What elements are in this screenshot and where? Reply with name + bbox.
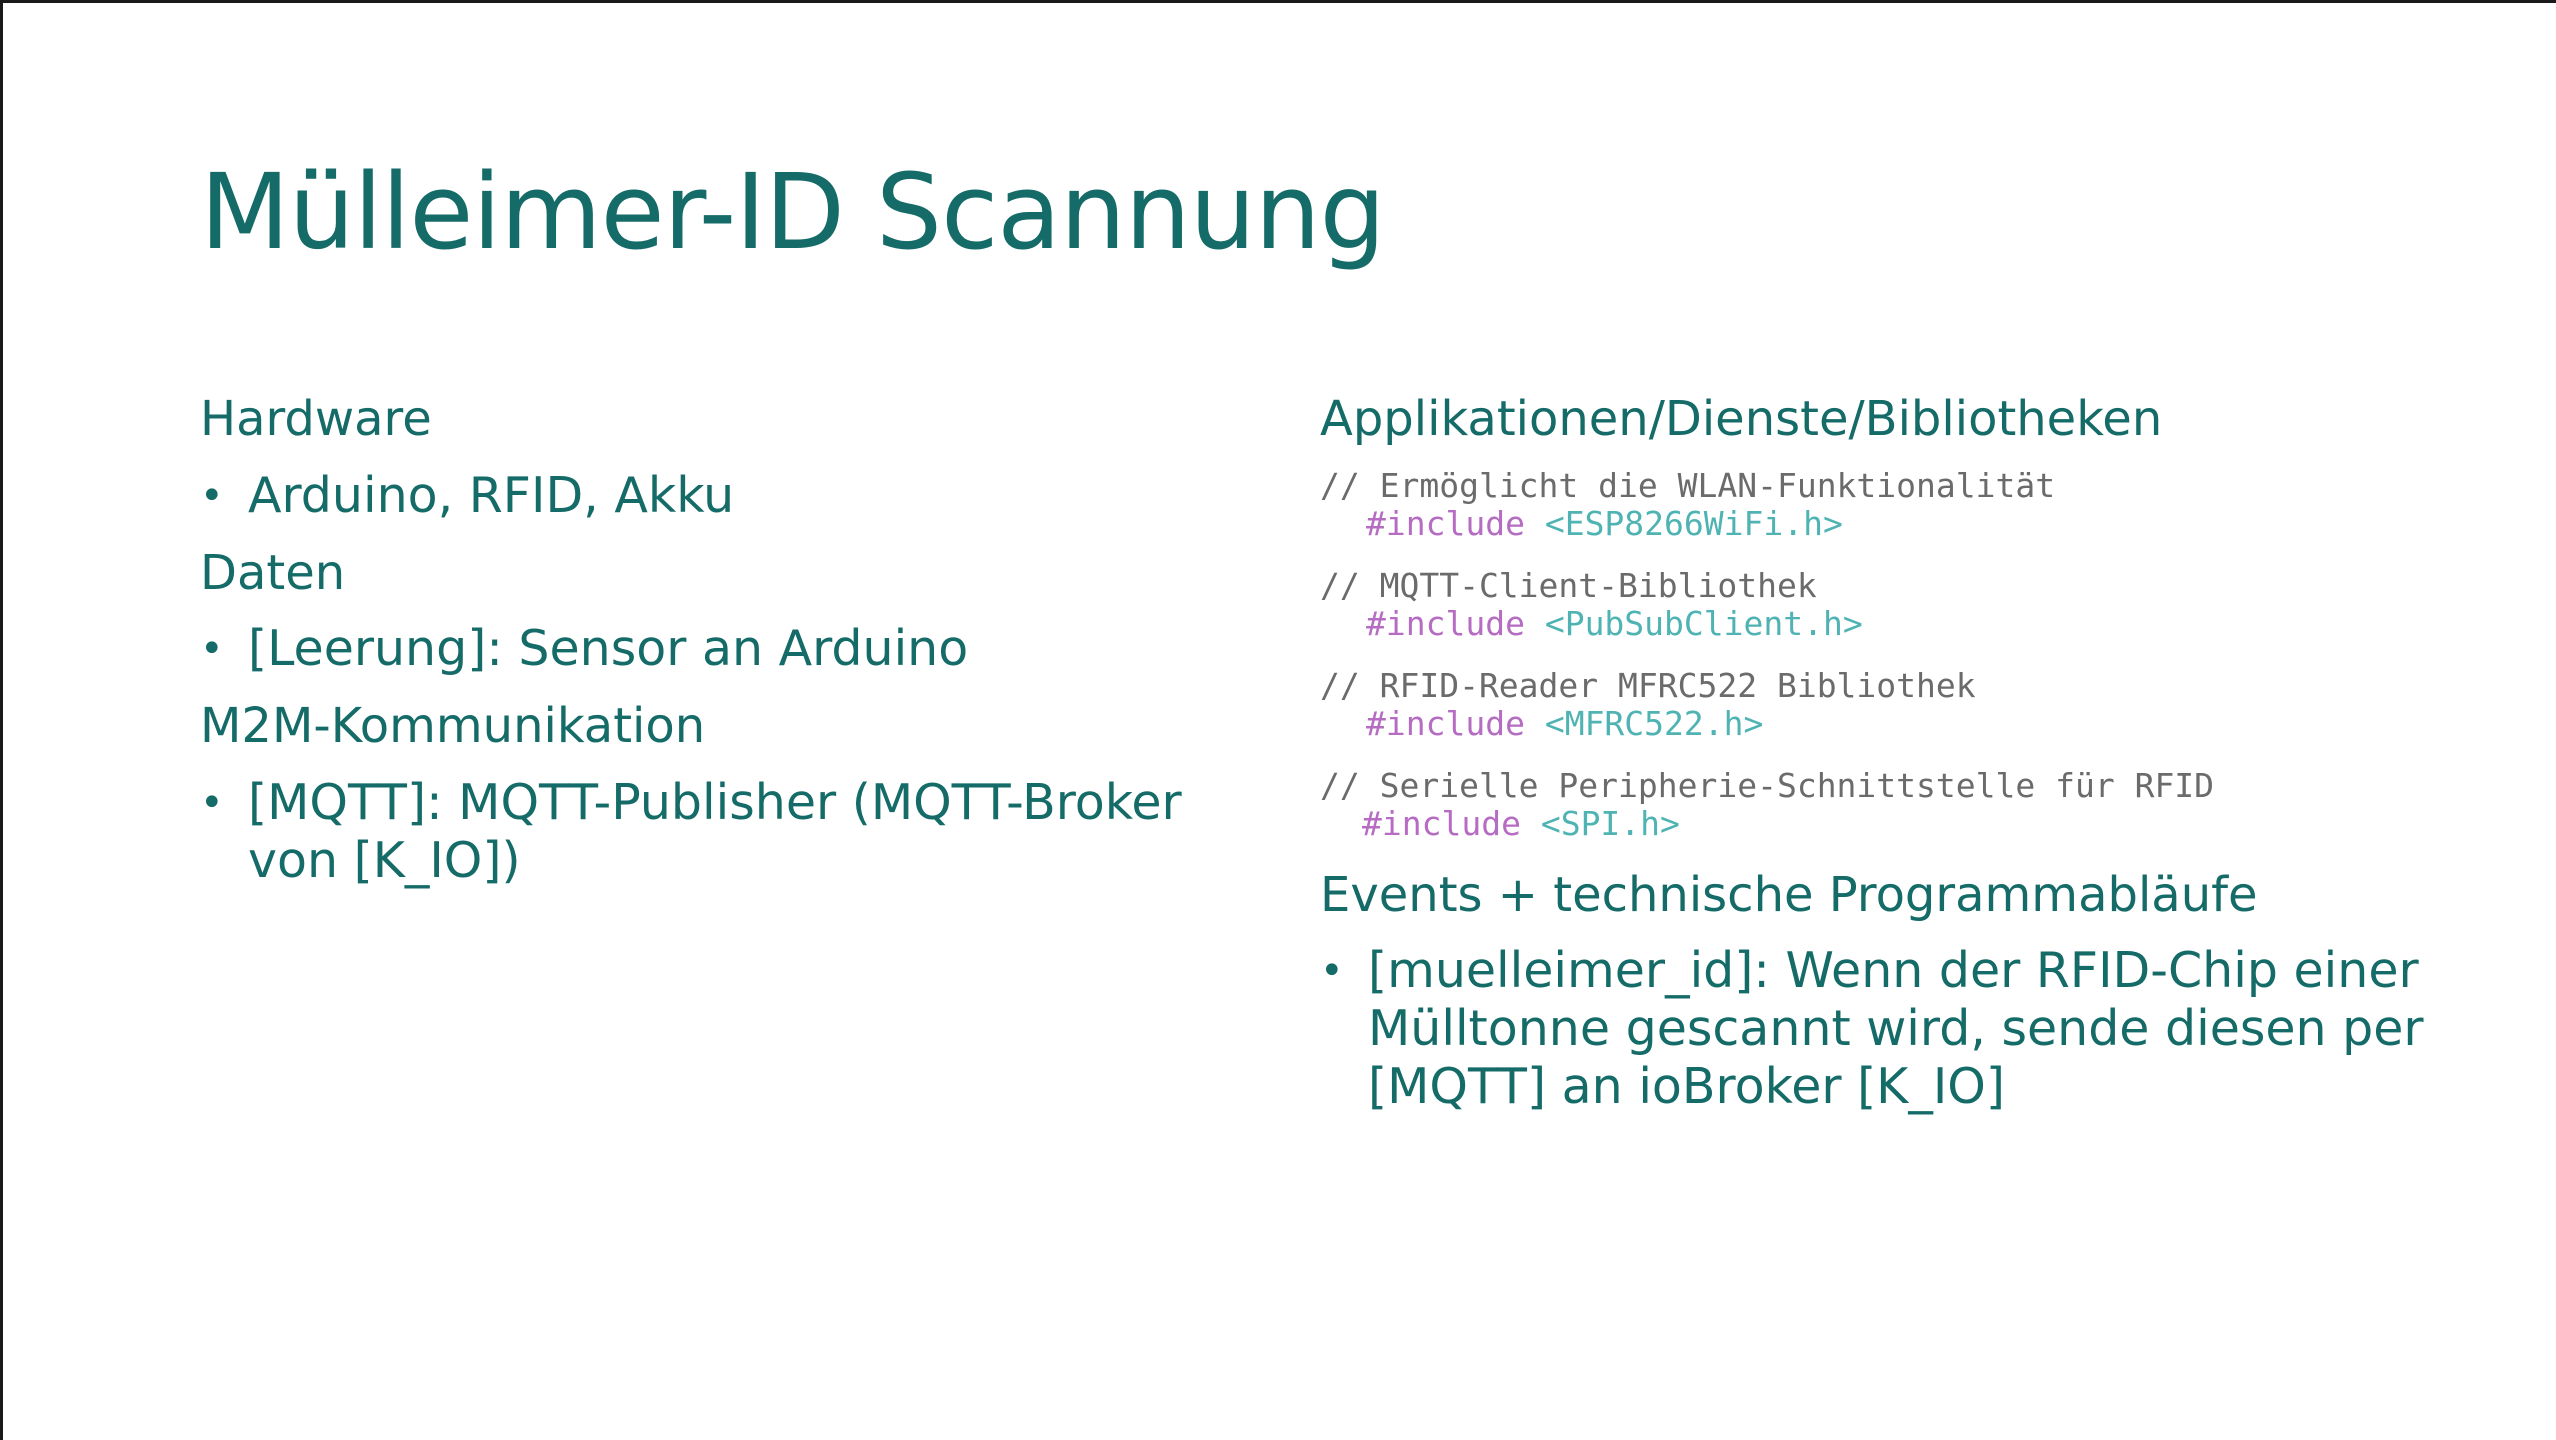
section-heading-daten: Daten	[200, 544, 346, 601]
code-block: // Ermöglicht die WLAN-Funktionalität #i…	[1320, 465, 2500, 843]
bullet-icon: •	[200, 779, 224, 826]
code-comment: // RFID-Reader MFRC522 Bibliothek	[1320, 665, 1976, 705]
code-header: <PubSubClient.h>	[1544, 603, 1863, 643]
list-item: • [MQTT]: MQTT-Publisher (MQTT-Broker vo…	[200, 774, 1260, 890]
hardware-list: • Arduino, RFID, Akku	[200, 467, 1260, 525]
code-comment: // Serielle Peripherie-Schnittstelle für…	[1320, 765, 2215, 805]
bullet-text: [Leerung]: Sensor an Arduino	[248, 620, 969, 678]
section-heading-events: Events + technische Programmabläufe	[1320, 866, 2258, 923]
bullet-text: [MQTT]: MQTT-Publisher (MQTT-Broker von …	[248, 773, 1182, 889]
bullet-icon: •	[1320, 948, 1344, 995]
right-column: Applikationen/Dienste/Bibliotheken // Er…	[1320, 391, 2500, 1136]
list-item: • [Leerung]: Sensor an Arduino	[200, 620, 1260, 678]
bullet-text: [muelleimer_id]: Wenn der RFID-Chip eine…	[1368, 942, 2424, 1116]
code-include: #include <PubSubClient.h>	[1320, 603, 2500, 643]
code-group: // Serielle Peripherie-Schnittstelle für…	[1320, 765, 2500, 843]
bullet-text: Arduino, RFID, Akku	[248, 466, 735, 524]
section-heading-m2m: M2M-Kommunikation	[200, 698, 706, 755]
code-header: <ESP8266WiFi.h>	[1544, 503, 1843, 543]
code-header: <SPI.h>	[1540, 803, 1680, 843]
daten-list: • [Leerung]: Sensor an Arduino	[200, 620, 1260, 678]
code-comment: // MQTT-Client-Bibliothek	[1320, 565, 1817, 605]
code-keyword: #include	[1366, 503, 1525, 543]
section-heading-hardware: Hardware	[200, 391, 432, 447]
slide-title: Mülleimer-ID Scannung	[200, 151, 1386, 273]
list-item: • [muelleimer_id]: Wenn der RFID-Chip ei…	[1320, 942, 2500, 1116]
code-include: #include <ESP8266WiFi.h>	[1320, 503, 2500, 543]
m2m-list: • [MQTT]: MQTT-Publisher (MQTT-Broker vo…	[200, 774, 1260, 890]
code-keyword: #include	[1366, 703, 1525, 743]
code-group: // Ermöglicht die WLAN-Funktionalität #i…	[1320, 465, 2500, 543]
events-list: • [muelleimer_id]: Wenn der RFID-Chip ei…	[1320, 942, 2500, 1116]
section-heading-apps: Applikationen/Dienste/Bibliotheken	[1320, 391, 2163, 447]
code-comment: // Ermöglicht die WLAN-Funktionalität	[1320, 465, 2056, 505]
code-keyword: #include	[1366, 603, 1525, 643]
bullet-icon: •	[200, 472, 224, 519]
list-item: • Arduino, RFID, Akku	[200, 467, 1260, 525]
bullet-icon: •	[200, 626, 224, 673]
slide: Mülleimer-ID Scannung Hardware • Arduino…	[0, 0, 2556, 1440]
code-group: // MQTT-Client-Bibliothek #include <PubS…	[1320, 565, 2500, 643]
code-include: #include <SPI.h>	[1320, 803, 2500, 843]
code-keyword: #include	[1362, 803, 1521, 843]
left-column: Hardware • Arduino, RFID, Akku Daten • […	[200, 391, 1260, 910]
code-include: #include <MFRC522.h>	[1320, 703, 2500, 743]
code-group: // RFID-Reader MFRC522 Bibliothek #inclu…	[1320, 665, 2500, 743]
code-header: <MFRC522.h>	[1544, 703, 1764, 743]
